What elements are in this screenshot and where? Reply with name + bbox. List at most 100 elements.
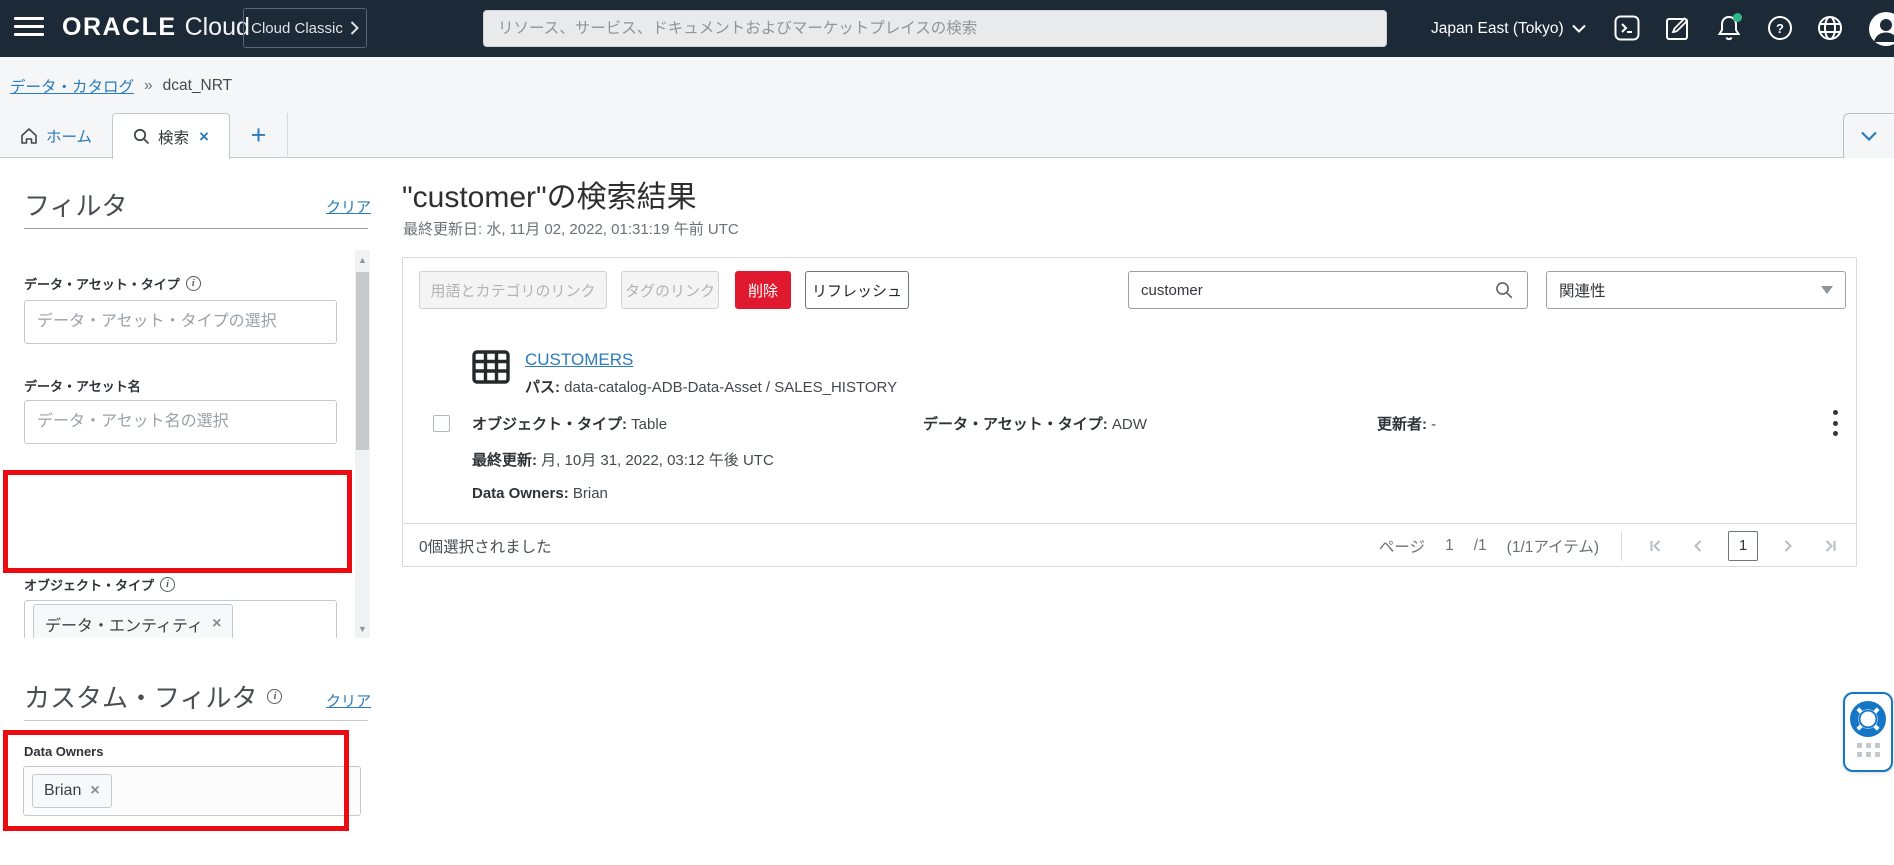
global-search-input[interactable]	[483, 10, 1387, 47]
object-type-label: オブジェクト・タイプ i	[24, 575, 175, 594]
selected-count: 0個選択されました	[419, 535, 552, 557]
breadcrumb-root-link[interactable]: データ・カタログ	[10, 75, 134, 97]
oracle-cloud-data-catalog-page: ORACLE Cloud Cloud Classic Japan East (To…	[0, 0, 1894, 865]
row-checkbox[interactable]	[433, 415, 450, 432]
cloud-classic-button[interactable]: Cloud Classic	[243, 8, 367, 48]
notification-badge	[1733, 13, 1742, 22]
drag-handle-icon[interactable]	[1857, 743, 1880, 757]
object-type-input[interactable]: データ・エンティティ ×	[24, 600, 337, 638]
chevron-right-icon	[350, 21, 359, 35]
brand-cloud: Cloud	[185, 13, 250, 41]
plus-icon: +	[251, 120, 267, 151]
chip-remove-icon[interactable]: ×	[90, 782, 99, 800]
custom-filters-clear-link[interactable]: クリア	[326, 690, 371, 711]
chip-remove-icon[interactable]: ×	[212, 615, 221, 633]
top-header: ORACLE Cloud Cloud Classic Japan East (To…	[0, 0, 1894, 57]
tab-home[interactable]: ホーム	[0, 113, 112, 158]
page-value: 1	[1445, 537, 1454, 555]
data-owners-chip: Brian ×	[32, 774, 112, 808]
data-asset-name-label: データ・アセット名	[24, 376, 141, 395]
table-icon	[472, 350, 510, 384]
tab-home-label: ホーム	[46, 125, 92, 147]
page-label: ページ	[1379, 535, 1425, 557]
row-actions-menu-icon[interactable]	[1825, 408, 1845, 438]
notifications-bell-icon[interactable]	[1715, 14, 1743, 42]
scrollbar-thumb[interactable]	[356, 272, 369, 450]
info-icon[interactable]: i	[160, 577, 175, 592]
language-globe-icon[interactable]	[1816, 14, 1844, 42]
sort-select[interactable]: 関連性	[1546, 271, 1846, 309]
help-icon[interactable]: ?	[1766, 14, 1794, 42]
object-type-field: オブジェクト・タイプ: Table	[472, 413, 667, 434]
page-number-box[interactable]: 1	[1728, 531, 1758, 561]
user-avatar-icon[interactable]	[1868, 11, 1894, 47]
data-asset-name-input[interactable]	[24, 400, 337, 444]
object-type-chip: データ・エンティティ ×	[33, 604, 233, 638]
pagination: ページ 1 /1 (1/1アイテム) 1	[1379, 531, 1842, 561]
tab-search-label: 検索	[158, 126, 189, 148]
breadcrumb-separator: »	[144, 77, 153, 95]
chevron-down-icon	[1861, 131, 1877, 141]
link-tags-button[interactable]: タグのリンク	[621, 271, 719, 309]
data-asset-type-input[interactable]	[24, 300, 337, 344]
help-launcher-button[interactable]	[1843, 692, 1893, 772]
updated-by-field: 更新者: -	[1377, 413, 1436, 434]
cloud-shell-icon[interactable]	[1613, 14, 1641, 42]
tab-search[interactable]: 検索 ×	[112, 113, 230, 159]
custom-filters-title: カスタム・フィルタ i	[24, 678, 282, 715]
oracle-cloud-logo: ORACLE Cloud	[62, 13, 250, 42]
caret-down-icon	[1821, 286, 1833, 294]
chevron-down-icon	[1572, 24, 1586, 33]
tab-overflow-button[interactable]	[1843, 113, 1894, 158]
sort-select-value: 関連性	[1559, 279, 1606, 301]
hamburger-menu-icon[interactable]	[14, 17, 44, 39]
items-count: (1/1アイテム)	[1507, 535, 1599, 557]
data-owners-field: Data Owners: Brian	[472, 485, 608, 502]
asset-type-field: データ・アセット・タイプ: ADW	[923, 413, 1147, 434]
last-updated-field: 最終更新: 月, 10月 31, 2022, 03:12 午後 UTC	[472, 449, 774, 470]
data-owners-label: Data Owners	[24, 744, 103, 759]
search-results-title: "customer"の検索結果	[402, 172, 697, 216]
filters-title: フィルタ	[24, 186, 127, 223]
info-icon[interactable]: i	[186, 276, 201, 291]
last-refreshed-text: 最終更新日: 水, 11月 02, 2022, 01:31:19 午前 UTC	[403, 218, 739, 239]
divider	[1621, 531, 1622, 561]
data-owners-input[interactable]: Brian ×	[23, 766, 361, 816]
info-icon[interactable]: i	[267, 689, 282, 704]
breadcrumb-current: dcat_NRT	[163, 77, 233, 95]
scroll-up-arrow[interactable]: ▲	[355, 252, 370, 267]
region-selector[interactable]: Japan East (Tokyo)	[1431, 0, 1586, 57]
filters-scroll-area: データ・アセット・タイプ i データ・アセット名 オブジェクト・タイプ i デー…	[0, 250, 392, 638]
breadcrumb: データ・カタログ » dcat_NRT	[10, 75, 232, 97]
results-panel: 用語とカテゴリのリンク タグのリンク 削除 リフレッシュ 関連性 CUSTOME…	[402, 257, 1857, 567]
breadcrumb-bar: データ・カタログ » dcat_NRT	[0, 57, 1894, 113]
refresh-button[interactable]: リフレッシュ	[805, 271, 909, 309]
lifebuoy-icon	[1850, 701, 1886, 737]
cloud-classic-label: Cloud Classic	[251, 20, 343, 37]
prev-page-button[interactable]	[1686, 535, 1708, 557]
delete-button[interactable]: 削除	[735, 271, 791, 309]
data-asset-type-label: データ・アセット・タイプ i	[24, 274, 201, 293]
region-label: Japan East (Tokyo)	[1431, 20, 1564, 38]
home-icon	[20, 127, 38, 145]
filters-clear-link[interactable]: クリア	[326, 196, 371, 217]
result-item-link[interactable]: CUSTOMERS	[525, 350, 633, 370]
announcements-icon[interactable]	[1664, 14, 1692, 42]
scroll-down-arrow[interactable]: ▼	[355, 621, 370, 636]
brand-oracle: ORACLE	[62, 13, 177, 41]
page-total: /1	[1474, 537, 1487, 555]
last-page-button[interactable]	[1820, 535, 1842, 557]
sidebar-scrollbar[interactable]: ▲ ▼	[355, 250, 370, 638]
next-page-button[interactable]	[1778, 535, 1800, 557]
first-page-button[interactable]	[1644, 535, 1666, 557]
tab-bar: ホーム 検索 × +	[0, 113, 1894, 158]
results-search-input[interactable]	[1128, 271, 1528, 309]
divider	[24, 228, 368, 229]
new-tab-button[interactable]: +	[230, 113, 288, 158]
result-item-path: パス: data-catalog-ADB-Data-Asset / SALES_…	[525, 376, 897, 397]
link-terms-button[interactable]: 用語とカテゴリのリンク	[419, 271, 607, 309]
search-icon[interactable]	[1495, 281, 1513, 299]
results-footer: 0個選択されました ページ 1 /1 (1/1アイテム) 1	[403, 523, 1856, 567]
search-icon	[133, 128, 150, 145]
tab-close-icon[interactable]: ×	[199, 127, 209, 147]
